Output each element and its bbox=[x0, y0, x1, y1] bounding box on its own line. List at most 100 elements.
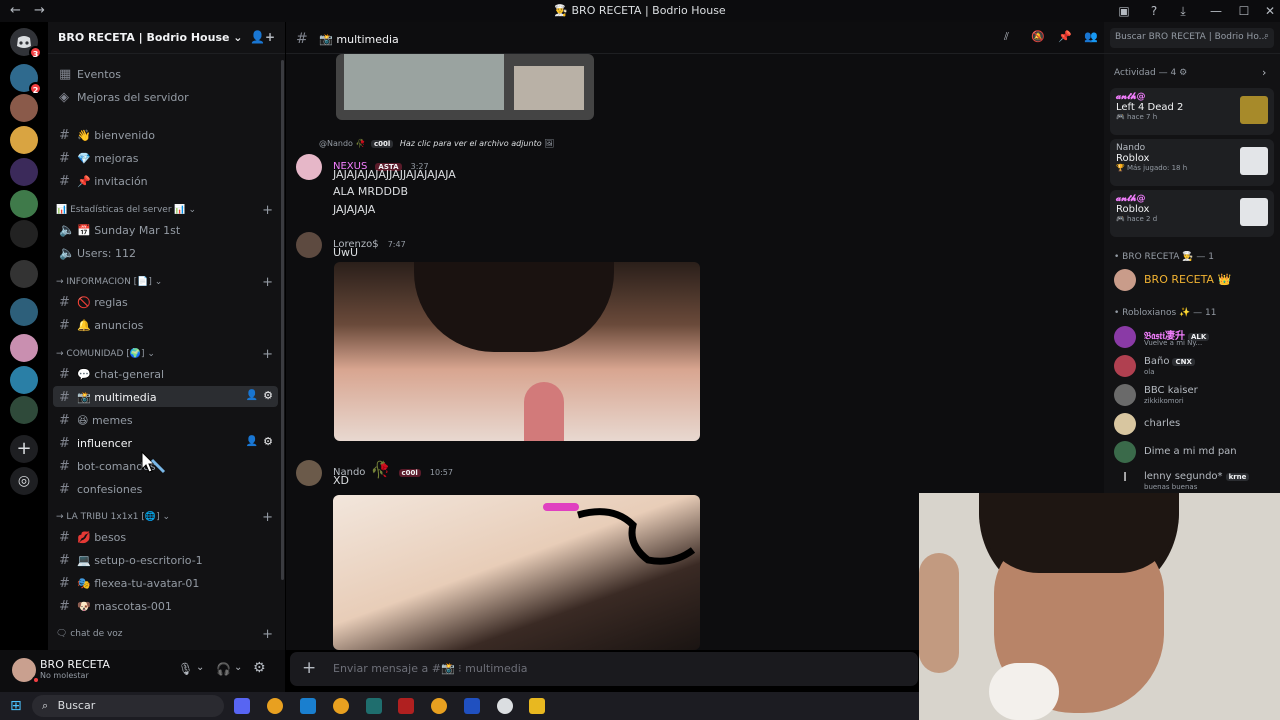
discord-home-icon[interactable]: 3 bbox=[10, 28, 42, 59]
attachment-image[interactable] bbox=[336, 54, 594, 120]
server-folder-icon[interactable] bbox=[10, 298, 38, 326]
activity-card[interactable]: Nando Roblox 🏆 Más jugado: 18 h bbox=[1110, 139, 1274, 186]
message-input[interactable]: Enviar mensaje a #📸 ⁝ multimedia bbox=[333, 662, 528, 675]
help-icon[interactable]: ? bbox=[1146, 3, 1162, 19]
member-item[interactable]: 𝔅𝔞𝔰𝔱𝔦凄升 ALK Vuelve a mi Ny... bbox=[1114, 324, 1274, 350]
invite-icon[interactable]: 👤 bbox=[246, 436, 258, 447]
avatar[interactable] bbox=[296, 232, 322, 258]
add-channel-icon[interactable]: + bbox=[262, 347, 273, 362]
server-icon[interactable] bbox=[10, 396, 38, 424]
app-icon[interactable] bbox=[366, 698, 382, 714]
download-icon[interactable]: ⤓ bbox=[1175, 3, 1191, 19]
avatar[interactable] bbox=[296, 154, 322, 180]
channel-invitacion[interactable]: # 📌 invitación bbox=[53, 170, 278, 191]
gear-icon[interactable]: ⚙ bbox=[263, 389, 273, 402]
chevron-right-icon[interactable]: › bbox=[1262, 66, 1266, 79]
add-channel-icon[interactable]: + bbox=[262, 275, 273, 290]
member-item[interactable]: Baño CNX ola bbox=[1114, 353, 1274, 379]
notifications-muted-icon[interactable]: 🔕 bbox=[1031, 30, 1045, 43]
category-estadisticas[interactable]: 📊 Estadísticas del server 📊 ⌄ bbox=[56, 205, 196, 215]
member-item[interactable]: charles bbox=[1114, 411, 1274, 437]
username[interactable]: BRO RECETA bbox=[40, 658, 110, 671]
microphone-icon[interactable]: 🎙 bbox=[178, 662, 193, 676]
add-server-icon[interactable]: + bbox=[10, 435, 38, 463]
minimize-icon[interactable]: — bbox=[1208, 3, 1224, 19]
activity-card[interactable]: 𝓪𝓷𝓽𝓱@ Left 4 Dead 2 🎮 hace 7 h bbox=[1110, 88, 1274, 135]
channel-multimedia[interactable]: # 📸 multimedia 👤 ⚙ bbox=[53, 386, 278, 407]
file-explorer-icon[interactable] bbox=[529, 698, 545, 714]
channel-anuncios[interactable]: # 🔔 anuncios bbox=[53, 314, 278, 335]
taskbar-search[interactable]: ⌕ Buscar bbox=[32, 695, 224, 717]
chrome-app-icon[interactable] bbox=[267, 698, 283, 714]
server-name: BRO RECETA | Bodrio House bbox=[58, 31, 230, 44]
category-la-tribu[interactable]: → LA TRIBU 1x1x1 [🌐] ⌄ bbox=[56, 512, 170, 522]
member-item[interactable]: BBC kaiser zikkikomori bbox=[1114, 382, 1274, 408]
threads-icon[interactable]: ⫽ bbox=[1004, 30, 1009, 44]
server-icon[interactable] bbox=[10, 366, 38, 394]
category-chat-de-voz[interactable]: 🗨 chat de voz bbox=[56, 629, 123, 639]
server-icon[interactable] bbox=[10, 158, 38, 186]
invite-icon[interactable]: 👤 bbox=[246, 390, 258, 401]
chevron-down-icon[interactable]: ⌄ bbox=[234, 662, 242, 673]
discord-app-icon[interactable] bbox=[234, 698, 250, 714]
add-attachment-icon[interactable]: + bbox=[302, 658, 316, 678]
maximize-icon[interactable]: ☐ bbox=[1236, 3, 1252, 19]
activity-card[interactable]: 𝓪𝓷𝓽𝓱@ Roblox 🎮 hace 2 d bbox=[1110, 190, 1274, 237]
attachment-image[interactable] bbox=[334, 262, 700, 441]
obs-app-icon[interactable] bbox=[497, 698, 513, 714]
reply-preview[interactable]: @Nando 🥀 c00l Haz clic para ver el archi… bbox=[319, 139, 739, 148]
add-channel-icon[interactable]: + bbox=[262, 627, 273, 642]
chrome-app-icon[interactable] bbox=[333, 698, 349, 714]
attachment-image[interactable] bbox=[333, 495, 700, 650]
channel-memes[interactable]: # 😆 memes bbox=[53, 409, 278, 430]
sidebar-scrollbar[interactable] bbox=[281, 60, 284, 580]
member-item[interactable]: I lenny segundo* krne buenas buenas bbox=[1114, 468, 1274, 494]
server-folder-icon[interactable] bbox=[10, 260, 38, 288]
chrome-app-icon[interactable] bbox=[431, 698, 447, 714]
headphones-icon[interactable]: 🎧 bbox=[216, 662, 231, 676]
member-list-icon[interactable]: 👥 bbox=[1084, 30, 1098, 43]
user-settings-gear-icon[interactable]: ⚙ bbox=[253, 660, 266, 676]
explore-servers-icon[interactable]: ◎ bbox=[10, 467, 38, 495]
search-input[interactable]: Buscar BRO RECETA | Bodrio Ho... ⌕ bbox=[1110, 28, 1274, 48]
inbox-icon[interactable]: ▣ bbox=[1116, 3, 1132, 19]
server-icon[interactable] bbox=[10, 334, 38, 362]
server-icon[interactable]: 2 bbox=[10, 64, 42, 95]
channel-bienvenido[interactable]: # 👋 bienvenido bbox=[53, 124, 278, 145]
stat-users[interactable]: 🔈 Users: 112 bbox=[53, 242, 278, 263]
channel-setup[interactable]: # 💻 setup-o-escritorio-1 bbox=[53, 549, 278, 570]
channel-flexea[interactable]: # 🎭 flexea-tu-avatar-01 bbox=[53, 572, 278, 593]
chevron-down-icon[interactable]: ⌄ bbox=[196, 662, 204, 673]
channel-besos[interactable]: # 💋 besos bbox=[53, 526, 278, 547]
invite-people-icon[interactable]: 👤+ bbox=[250, 30, 275, 44]
server-boost-item[interactable]: ◈ Mejoras del servidor bbox=[53, 86, 278, 107]
app-icon[interactable] bbox=[464, 698, 480, 714]
avatar[interactable] bbox=[296, 460, 322, 486]
channel-confesiones[interactable]: # confesiones bbox=[53, 478, 278, 499]
member-item[interactable]: Dime a mi md pan bbox=[1114, 439, 1274, 465]
app-icon[interactable] bbox=[398, 698, 414, 714]
stat-date[interactable]: 🔈 📅 Sunday Mar 1st bbox=[53, 219, 278, 240]
member-item[interactable]: BRO RECETA 👑 bbox=[1114, 267, 1274, 293]
channel-mascotas[interactable]: # 🐶 mascotas-001 bbox=[53, 595, 278, 616]
category-comunidad[interactable]: → COMUNIDAD [🌍] ⌄ bbox=[56, 349, 155, 359]
add-channel-icon[interactable]: + bbox=[262, 510, 273, 525]
pin-icon[interactable]: 📌 bbox=[1058, 30, 1072, 43]
windows-start-icon[interactable]: ⊞ bbox=[10, 698, 22, 714]
close-icon[interactable]: ✕ bbox=[1262, 3, 1278, 19]
category-informacion[interactable]: → INFORMACION [📄] ⌄ bbox=[56, 277, 162, 287]
server-icon[interactable] bbox=[10, 94, 38, 122]
server-folder-icon[interactable] bbox=[10, 220, 38, 248]
server-icon[interactable] bbox=[10, 190, 38, 218]
channel-reglas[interactable]: # 🚫 reglas bbox=[53, 291, 278, 312]
add-channel-icon[interactable]: + bbox=[262, 203, 273, 218]
activity-header[interactable]: Actividad — 4 ⚙ bbox=[1114, 68, 1187, 78]
server-header[interactable]: BRO RECETA | Bodrio House ⌄ 👤+ bbox=[48, 22, 285, 54]
events-item[interactable]: ▦ Eventos bbox=[53, 63, 278, 84]
channel-mejoras[interactable]: # 💎 mejoras bbox=[53, 147, 278, 168]
channel-chat-general[interactable]: # 💬 chat-general bbox=[53, 363, 278, 384]
app-icon[interactable] bbox=[300, 698, 316, 714]
gear-icon[interactable]: ⚙ bbox=[263, 435, 273, 448]
server-icon-active[interactable] bbox=[10, 126, 38, 154]
message-composer[interactable]: + Enviar mensaje a #📸 ⁝ multimedia bbox=[290, 652, 918, 686]
